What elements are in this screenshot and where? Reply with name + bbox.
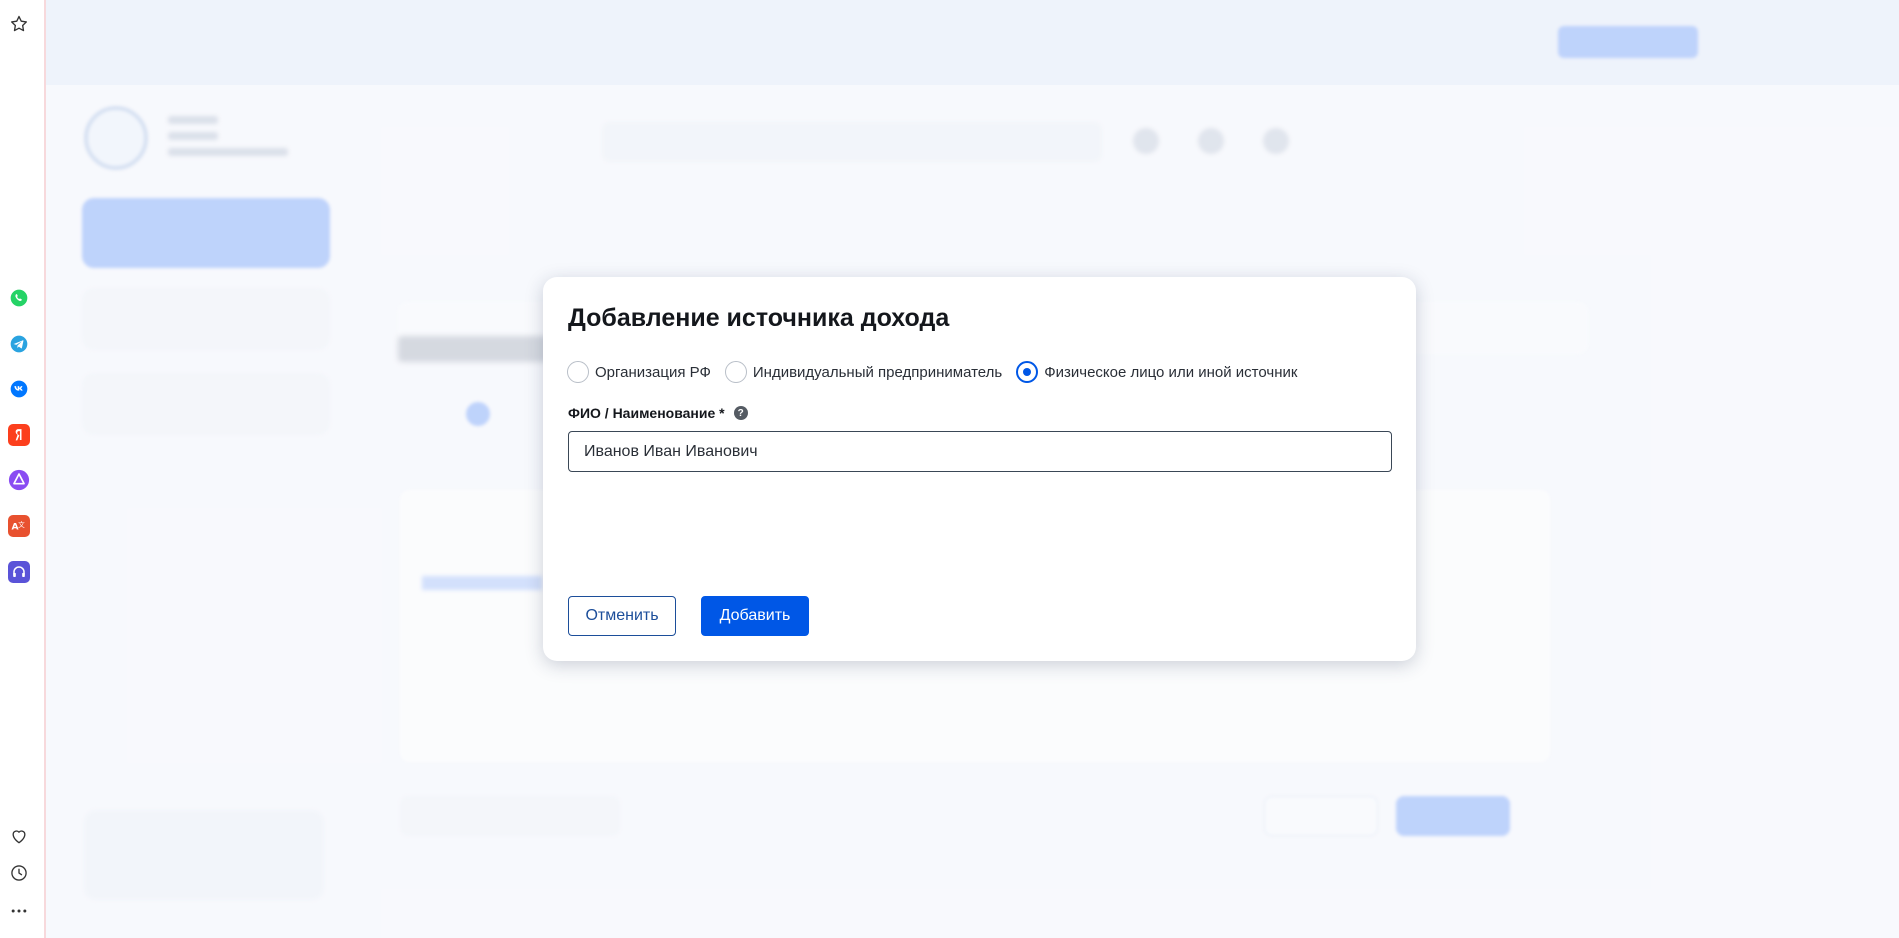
translate-icon[interactable]: A文 — [8, 515, 30, 537]
whatsapp-icon[interactable] — [8, 287, 30, 309]
radio-label: Физическое лицо или иной источник — [1044, 363, 1298, 381]
browser-side-rail: A文 — [0, 0, 46, 938]
telegram-icon[interactable] — [8, 333, 30, 355]
star-icon[interactable] — [8, 13, 30, 35]
alice-icon[interactable] — [8, 469, 30, 491]
svg-text:文: 文 — [18, 520, 25, 529]
radio-label: Индивидуальный предприниматель — [752, 363, 1003, 381]
vk-icon[interactable] — [8, 378, 30, 400]
cancel-button[interactable]: Отменить — [568, 596, 676, 636]
add-income-source-dialog: Добавление источника дохода Организация … — [543, 277, 1416, 661]
name-field-label: ФИО / Наименование * ? — [568, 405, 748, 421]
headphones-icon[interactable] — [8, 561, 30, 583]
radio-button[interactable] — [724, 361, 747, 383]
full-name-input[interactable] — [568, 431, 1392, 472]
more-icon[interactable] — [8, 900, 30, 922]
dialog-title: Добавление источника дохода — [568, 304, 950, 332]
question-icon[interactable]: ? — [733, 406, 748, 420]
source-type-radio-group: Организация РФ Индивидуальный предприним… — [567, 361, 1311, 383]
radio-organization[interactable]: Организация РФ — [567, 361, 711, 383]
add-button[interactable]: Добавить — [701, 596, 809, 636]
name-field-label-text: ФИО / Наименование * — [568, 405, 725, 421]
radio-individual-entrepreneur[interactable]: Индивидуальный предприниматель — [724, 361, 1003, 383]
radio-individual-or-other[interactable]: Физическое лицо или иной источник — [1016, 361, 1297, 383]
radio-label: Организация РФ — [595, 363, 711, 381]
heart-icon[interactable] — [8, 825, 30, 847]
yandex-icon[interactable] — [8, 424, 30, 446]
clock-icon[interactable] — [8, 862, 30, 884]
radio-button[interactable] — [567, 361, 589, 383]
radio-button-checked[interactable] — [1016, 361, 1039, 383]
